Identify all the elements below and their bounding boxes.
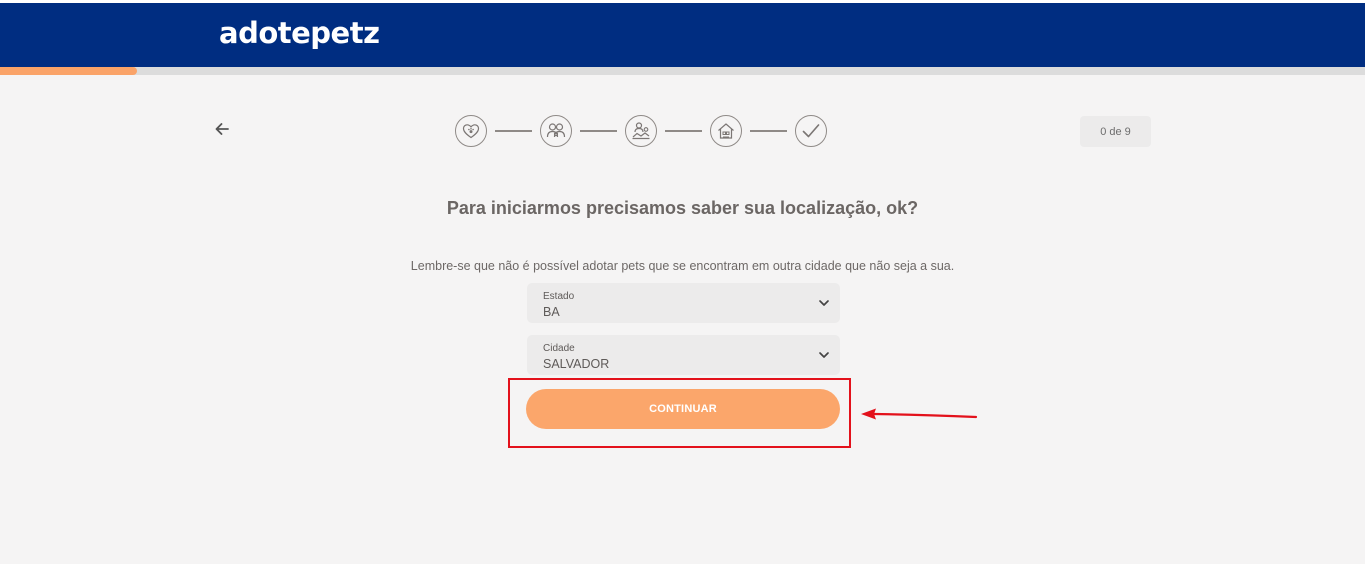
adotepetz-logo[interactable]: adotepetz — [219, 15, 380, 51]
cidade-label: Cidade — [543, 343, 575, 354]
step-connector — [750, 130, 787, 132]
page-title: Para iniciarmos precisamos saber sua loc… — [446, 198, 919, 218]
step-4 — [710, 115, 742, 147]
location-hint: Lembre-se que não é possível adotar pets… — [410, 259, 955, 273]
arrow-left-icon — [215, 123, 229, 135]
check-icon — [802, 124, 820, 138]
annotation-arrow-icon — [861, 408, 978, 420]
back-button[interactable] — [210, 117, 234, 141]
step-5 — [795, 115, 827, 147]
step-counter: 0 de 9 — [1080, 116, 1151, 147]
step-connector — [580, 130, 617, 132]
family-icon — [546, 123, 566, 138]
step-2 — [540, 115, 572, 147]
chevron-down-icon — [819, 300, 829, 306]
pet-care-icon — [632, 122, 650, 140]
estado-label: Estado — [543, 291, 575, 302]
home-icon — [718, 123, 734, 139]
step-indicator — [455, 114, 827, 148]
step-connector — [665, 130, 702, 132]
continue-button[interactable]: CONTINUAR — [526, 389, 840, 429]
progress-bar — [0, 67, 1365, 75]
step-1 — [455, 115, 487, 147]
page: adotepetz 0 de 9 Para iniciarmos precisa… — [0, 0, 1365, 564]
estado-value: BA — [543, 305, 560, 319]
step-connector — [495, 130, 532, 132]
step-3 — [625, 115, 657, 147]
cidade-select[interactable]: Cidade SALVADOR — [527, 335, 840, 375]
heart-paw-icon — [462, 124, 480, 139]
estado-select[interactable]: Estado BA — [527, 283, 840, 323]
chevron-down-icon — [819, 352, 829, 358]
site-header: adotepetz — [0, 3, 1365, 67]
cidade-value: SALVADOR — [543, 357, 610, 371]
progress-bar-fill — [0, 67, 137, 75]
